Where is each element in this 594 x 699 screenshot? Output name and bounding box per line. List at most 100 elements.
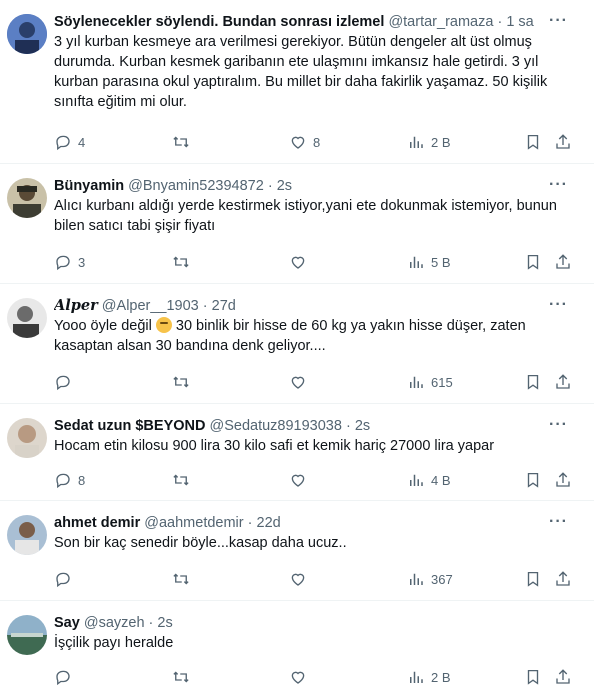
user-handle[interactable]: @aahmetdemir: [144, 515, 243, 531]
tweet-text: Alıcı kurbanı aldığı yerde kestirmek ist…: [54, 198, 557, 234]
share-button[interactable]: [554, 132, 572, 152]
tweet-actions: 615: [54, 372, 572, 392]
views-icon: [410, 474, 423, 486]
timestamp[interactable]: 22d: [257, 515, 281, 531]
share-button[interactable]: [554, 569, 572, 589]
heart-icon: [291, 573, 305, 586]
reply-button[interactable]: [54, 667, 72, 687]
like-button[interactable]: [289, 252, 307, 272]
like-button[interactable]: [289, 372, 307, 392]
display-name[interactable]: Bünyamin: [54, 178, 124, 194]
tweet-2[interactable]: Bünyamin @Bnyamin52394872 · 2s Alıcı kur…: [0, 164, 594, 284]
view-count: 615: [431, 374, 453, 390]
heart-icon: [291, 376, 305, 389]
more-icon[interactable]: ···: [549, 176, 568, 194]
reply-icon: [56, 670, 70, 686]
user-handle[interactable]: @Bnyamin52394872: [128, 178, 264, 194]
tweet-actions: 3 5 B: [54, 252, 572, 272]
views-button[interactable]: 2 B: [407, 667, 451, 687]
avatar[interactable]: [7, 298, 47, 338]
separator-dot: ·: [247, 515, 253, 531]
more-icon[interactable]: ···: [549, 513, 568, 531]
timestamp[interactable]: 2s: [355, 418, 370, 434]
display-name[interactable]: Sedat uzun $BEYOND: [54, 418, 205, 434]
retweet-icon: [173, 136, 189, 148]
tweet-header: ahmet demir @aahmetdemir · 22d: [54, 513, 572, 533]
tweet-5[interactable]: ahmet demir @aahmetdemir · 22d Son bir k…: [0, 501, 594, 601]
like-button[interactable]: [289, 569, 307, 589]
views-icon: [410, 136, 423, 148]
retweet-button[interactable]: [172, 372, 190, 392]
reply-button[interactable]: 3: [54, 252, 85, 272]
display-name[interactable]: ahmet demir: [54, 515, 140, 531]
tweet-actions: 4 8 2 B: [54, 132, 572, 152]
retweet-button[interactable]: [172, 132, 190, 152]
reply-button[interactable]: 8: [54, 470, 85, 490]
view-count: 2 B: [431, 669, 451, 685]
retweet-button[interactable]: [172, 252, 190, 272]
user-handle[interactable]: @Sedatuz89193038: [210, 418, 342, 434]
tweet-header: Sedat uzun $BEYOND @Sedatuz89193038 · 2s: [54, 416, 572, 436]
avatar[interactable]: [7, 14, 47, 54]
reply-button[interactable]: [54, 372, 72, 392]
avatar[interactable]: [7, 178, 47, 218]
tweet-1[interactable]: Söylenecekler söylendi. Bundan sonrası i…: [0, 0, 594, 164]
retweet-button[interactable]: [172, 569, 190, 589]
reply-count: 3: [78, 254, 86, 270]
like-button[interactable]: [289, 470, 307, 490]
view-count: 4 B: [431, 472, 451, 488]
views-button[interactable]: 4 B: [407, 470, 451, 490]
views-button[interactable]: 5 B: [407, 252, 451, 272]
display-name[interactable]: Söylenecekler söylendi. Bundan sonrası i…: [54, 14, 384, 30]
tweet-text: 3 yıl kurban kesmeye ara verilmesi gerek…: [54, 34, 548, 110]
timestamp[interactable]: 1 sa: [506, 14, 533, 30]
reply-button[interactable]: 4: [54, 132, 85, 152]
timestamp[interactable]: 2s: [157, 615, 172, 631]
avatar[interactable]: [7, 418, 47, 458]
retweet-icon: [173, 573, 189, 585]
display-name[interactable]: Alper: [54, 297, 98, 314]
bookmark-button[interactable]: [524, 569, 542, 589]
like-button[interactable]: 8: [289, 132, 320, 152]
share-button[interactable]: [554, 470, 572, 490]
tweet-6[interactable]: Say @sayzeh · 2s İşçilik payı heralde 2 …: [0, 601, 594, 699]
more-icon[interactable]: ···: [549, 416, 568, 434]
bookmark-button[interactable]: [524, 132, 542, 152]
tweet-text: Yooo öyle değil 30 binlik bir hisse de 6…: [54, 316, 572, 356]
more-icon[interactable]: ···: [549, 296, 568, 314]
retweet-button[interactable]: [172, 667, 190, 687]
reply-count: 8: [78, 472, 86, 488]
share-icon: [556, 374, 570, 389]
bookmark-button[interactable]: [524, 470, 542, 490]
like-button[interactable]: [289, 667, 307, 687]
user-handle[interactable]: @Alper__1903: [102, 298, 199, 314]
bookmark-button[interactable]: [524, 667, 542, 687]
reply-button[interactable]: [54, 569, 72, 589]
views-button[interactable]: 2 B: [407, 132, 451, 152]
share-icon: [556, 472, 570, 487]
bookmark-button[interactable]: [524, 252, 542, 272]
views-button[interactable]: 615: [407, 372, 453, 392]
share-button[interactable]: [554, 667, 572, 687]
user-handle[interactable]: @sayzeh: [84, 615, 145, 631]
retweet-icon: [173, 671, 189, 683]
tweet-3[interactable]: Alper @Alper__1903 · 27d Yooo öyle değil…: [0, 284, 594, 404]
timestamp[interactable]: 2s: [277, 178, 292, 194]
views-button[interactable]: 367: [407, 569, 453, 589]
more-icon[interactable]: ···: [549, 12, 568, 30]
tweet-header: Söylenecekler söylendi. Bundan sonrası i…: [54, 12, 572, 32]
bookmark-button[interactable]: [524, 372, 542, 392]
tweet-4[interactable]: Sedat uzun $BEYOND @Sedatuz89193038 · 2s…: [0, 404, 594, 501]
avatar[interactable]: [7, 515, 47, 555]
share-button[interactable]: [554, 372, 572, 392]
user-handle[interactable]: @tartar_ramaza: [388, 14, 493, 30]
view-count: 5 B: [431, 254, 451, 270]
share-button[interactable]: [554, 252, 572, 272]
thinking-face-emoji-icon: [155, 317, 172, 333]
avatar[interactable]: [7, 615, 47, 655]
retweet-button[interactable]: [172, 470, 190, 490]
views-icon: [410, 376, 423, 388]
timestamp[interactable]: 27d: [212, 298, 236, 314]
display-name[interactable]: Say: [54, 615, 80, 631]
bookmark-icon: [527, 254, 539, 270]
